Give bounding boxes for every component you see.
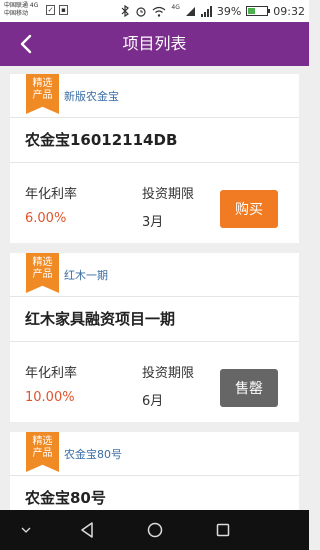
battery-icon bbox=[246, 6, 271, 16]
hide-nav-button[interactable] bbox=[14, 510, 38, 550]
signal-icon bbox=[185, 6, 195, 16]
system-nav-bar bbox=[0, 510, 309, 550]
badge-line: 产品 bbox=[32, 448, 53, 459]
carrier-primary: 中国联通 4G bbox=[4, 2, 39, 9]
series-link[interactable]: 新版农金宝 bbox=[64, 88, 119, 104]
card-header: 精选 产品 农金宝80号 bbox=[10, 432, 299, 476]
triangle-back-icon bbox=[81, 522, 93, 538]
square-recents-icon bbox=[216, 523, 230, 537]
card-body: 年化利率 10.00% 投资期限 6月 售罄 bbox=[10, 342, 299, 422]
battery-percent: 39% bbox=[216, 4, 242, 18]
product-name: 农金宝16012114DB bbox=[10, 118, 299, 163]
term-label: 投资期限 bbox=[142, 187, 195, 202]
wifi-icon bbox=[152, 6, 166, 17]
sold-out-button[interactable]: 售罄 bbox=[220, 369, 278, 407]
carrier-info: 中国联通 4G 中国移动 bbox=[4, 2, 38, 18]
sim-icon: ▪ bbox=[59, 5, 68, 15]
card-header: 精选 产品 红木一期 bbox=[10, 253, 299, 297]
rate-label: 年化利率 bbox=[25, 366, 78, 381]
chevron-down-icon bbox=[21, 527, 31, 533]
nav-home-button[interactable] bbox=[140, 510, 170, 550]
network-type: 4G bbox=[171, 3, 180, 11]
series-link[interactable]: 红木一期 bbox=[64, 267, 108, 283]
series-link[interactable]: 农金宝80号 bbox=[64, 446, 122, 462]
carrier-secondary: 中国移动 bbox=[4, 10, 29, 17]
alarm-icon bbox=[136, 7, 146, 17]
badge-line: 精选 bbox=[32, 78, 53, 89]
nav-recents-button[interactable] bbox=[208, 510, 238, 550]
status-bar: 中国联通 4G 中国移动 ✓ ▪ 4G 39% 09:32 bbox=[0, 0, 309, 22]
rate-label: 年化利率 bbox=[25, 187, 78, 202]
badge-line: 产品 bbox=[32, 90, 53, 101]
featured-badge: 精选 产品 bbox=[26, 74, 59, 114]
term-value: 6月 bbox=[142, 394, 164, 409]
featured-badge: 精选 产品 bbox=[26, 432, 59, 472]
clock: 09:32 bbox=[273, 4, 305, 18]
term-value: 3月 bbox=[142, 215, 164, 230]
battery-fill bbox=[248, 8, 256, 14]
rate-value: 6.00% bbox=[25, 211, 67, 226]
badge-line: 精选 bbox=[32, 436, 53, 447]
card-header: 精选 产品 新版农金宝 bbox=[10, 74, 299, 118]
signal-icon-2 bbox=[200, 5, 212, 17]
nav-back-button[interactable] bbox=[72, 510, 102, 550]
status-right: 4G 39% 09:32 bbox=[121, 3, 305, 19]
bluetooth-icon bbox=[121, 5, 130, 17]
product-name: 红木家具融资项目一期 bbox=[10, 297, 299, 342]
product-card[interactable]: 精选 产品 新版农金宝 农金宝16012114DB 年化利率 6.00% 投资期… bbox=[10, 74, 299, 243]
badge-line: 精选 bbox=[32, 257, 53, 268]
notification-icons: ✓ ▪ bbox=[46, 5, 68, 17]
product-list[interactable]: 精选 产品 新版农金宝 农金宝16012114DB 年化利率 6.00% 投资期… bbox=[10, 74, 299, 531]
product-card[interactable]: 精选 产品 农金宝80号 农金宝80号 bbox=[10, 432, 299, 521]
buy-button[interactable]: 购买 bbox=[220, 190, 278, 228]
page-title: 项目列表 bbox=[122, 34, 187, 53]
badge-line: 产品 bbox=[32, 269, 53, 280]
featured-badge: 精选 产品 bbox=[26, 253, 59, 293]
notification-icon: ✓ bbox=[46, 5, 55, 15]
product-card[interactable]: 精选 产品 红木一期 红木家具融资项目一期 年化利率 10.00% 投资期限 6… bbox=[10, 253, 299, 422]
term-label: 投资期限 bbox=[142, 366, 195, 381]
app-header: 项目列表 bbox=[0, 22, 309, 66]
card-body: 年化利率 6.00% 投资期限 3月 购买 bbox=[10, 163, 299, 243]
rate-value: 10.00% bbox=[25, 390, 75, 405]
circle-home-icon bbox=[147, 522, 163, 538]
